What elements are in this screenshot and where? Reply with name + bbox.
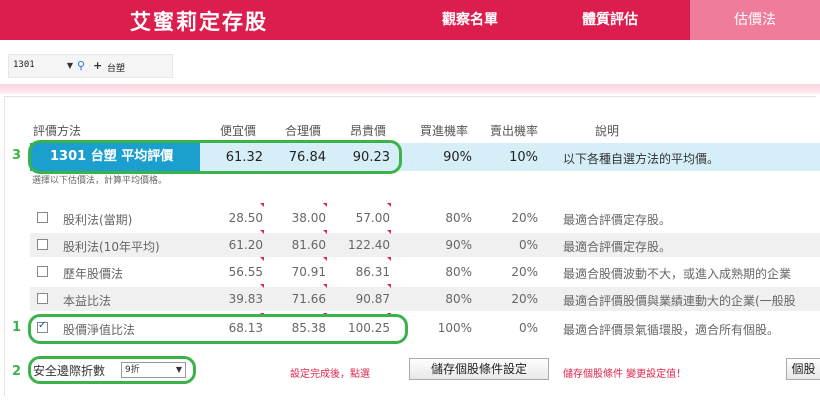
method-buy-prob: 90% — [445, 238, 472, 252]
method-checkbox[interactable] — [37, 239, 48, 250]
method-fair: 70.91 — [291, 265, 326, 279]
average-buy-prob: 90% — [443, 150, 472, 165]
header-cheap: 便宜價 — [220, 124, 257, 138]
method-fair: 38.00 — [291, 211, 326, 225]
fair-marker — [323, 257, 327, 261]
method-sell-prob: 20% — [511, 265, 538, 279]
method-expensive: 122.40 — [348, 238, 390, 252]
top-bar: 艾蜜莉定存股 觀察名單 體質評估 估價法 — [0, 0, 820, 40]
expensive-marker — [387, 203, 391, 207]
cheap-marker — [260, 203, 264, 207]
header-fair: 合理價 — [285, 124, 322, 138]
method-name: 本益比法 — [63, 294, 112, 308]
hint-text: 選擇以下估價法，計算平均價格。 — [32, 176, 168, 186]
fair-marker — [323, 284, 327, 288]
save-settings-button[interactable]: 儲存個股條件設定 — [409, 358, 549, 380]
method-checkbox[interactable] — [37, 266, 48, 277]
method-name: 歷年股價法 — [63, 267, 124, 281]
highlight-average — [28, 140, 402, 174]
search-icon[interactable]: ⚲ — [77, 58, 91, 74]
safety-margin-value: 9折 — [125, 365, 140, 375]
expensive-marker — [387, 284, 391, 288]
header-buy-prob: 買進機率 — [420, 124, 469, 138]
method-buy-prob: 80% — [445, 211, 472, 225]
method-name: 股利法(當期) — [63, 213, 133, 227]
chevron-down-icon[interactable]: ▼ — [65, 58, 75, 74]
cheap-marker — [260, 284, 264, 288]
chevron-down-icon: ▼ — [175, 365, 182, 374]
safety-margin-select[interactable]: 9折 ▼ — [121, 362, 186, 378]
method-desc: 最適合評價景氣循環股，適合所有個股。 — [563, 323, 780, 337]
header-expensive: 昂貴價 — [350, 124, 387, 138]
header-method: 評價方法 — [33, 124, 82, 138]
divider-band — [0, 84, 820, 94]
expensive-marker — [387, 230, 391, 234]
method-desc: 最適合股價波動不大，或進入成熟期的企業 — [563, 267, 792, 281]
tab-valuation[interactable]: 估價法 — [690, 0, 820, 40]
tab-fitness[interactable]: 體質評估 — [560, 0, 660, 40]
annotation-3: 3 — [12, 148, 22, 163]
annotation-1: 1 — [12, 320, 22, 335]
method-fair: 81.60 — [291, 238, 326, 252]
method-sell-prob: 20% — [511, 292, 538, 306]
method-buy-prob: 80% — [445, 265, 472, 279]
method-checkbox[interactable] — [37, 212, 48, 223]
method-cheap: 56.55 — [228, 265, 263, 279]
method-name: 股利法(10年平均) — [63, 240, 160, 254]
expensive-marker — [387, 257, 391, 261]
fair-marker — [323, 230, 327, 234]
stock-code-input[interactable]: 1301 — [13, 60, 63, 74]
method-sell-prob: 0% — [518, 321, 538, 335]
fair-marker — [323, 203, 327, 207]
save-hint: 設定完成後，點選 — [290, 369, 370, 380]
average-desc: 以下各種自選方法的平均價。 — [563, 152, 720, 166]
method-buy-prob: 80% — [445, 292, 472, 306]
highlight-pb-row — [28, 314, 408, 344]
stock-button[interactable]: 個股 — [786, 358, 820, 380]
header-desc: 說明 — [595, 124, 620, 138]
stock-name: 台塑 — [107, 64, 126, 74]
stock-picker: 1301 ▼ ⚲ + 台塑 — [8, 54, 173, 78]
method-sell-prob: 0% — [518, 238, 538, 252]
method-cheap: 39.83 — [228, 292, 263, 306]
method-expensive: 90.87 — [355, 292, 390, 306]
method-expensive: 57.00 — [355, 211, 390, 225]
header-sell-prob: 賣出機率 — [490, 124, 539, 138]
method-buy-prob: 100% — [437, 321, 472, 335]
method-desc: 最適合評價股價與業績連動大的企業(一般股 — [563, 294, 796, 308]
average-sell-prob: 10% — [509, 150, 538, 165]
method-checkbox[interactable] — [37, 293, 48, 304]
add-icon[interactable]: + — [93, 58, 103, 74]
method-desc: 最適合評價定存股。 — [563, 240, 672, 254]
cheap-marker — [260, 230, 264, 234]
save-note: 儲存個股條件 變更設定值！ — [563, 369, 687, 380]
annotation-2: 2 — [12, 364, 22, 379]
cheap-marker — [260, 257, 264, 261]
method-cheap: 28.50 — [228, 211, 263, 225]
method-expensive: 86.31 — [355, 265, 390, 279]
method-cheap: 61.20 — [228, 238, 263, 252]
brand-title[interactable]: 艾蜜莉定存股 — [130, 6, 268, 36]
tab-watchlist[interactable]: 觀察名單 — [420, 0, 520, 40]
method-sell-prob: 20% — [511, 211, 538, 225]
safety-margin-label: 安全邊際折數 — [33, 364, 106, 378]
method-desc: 最適合評價定存股。 — [563, 213, 672, 227]
method-fair: 71.66 — [291, 292, 326, 306]
